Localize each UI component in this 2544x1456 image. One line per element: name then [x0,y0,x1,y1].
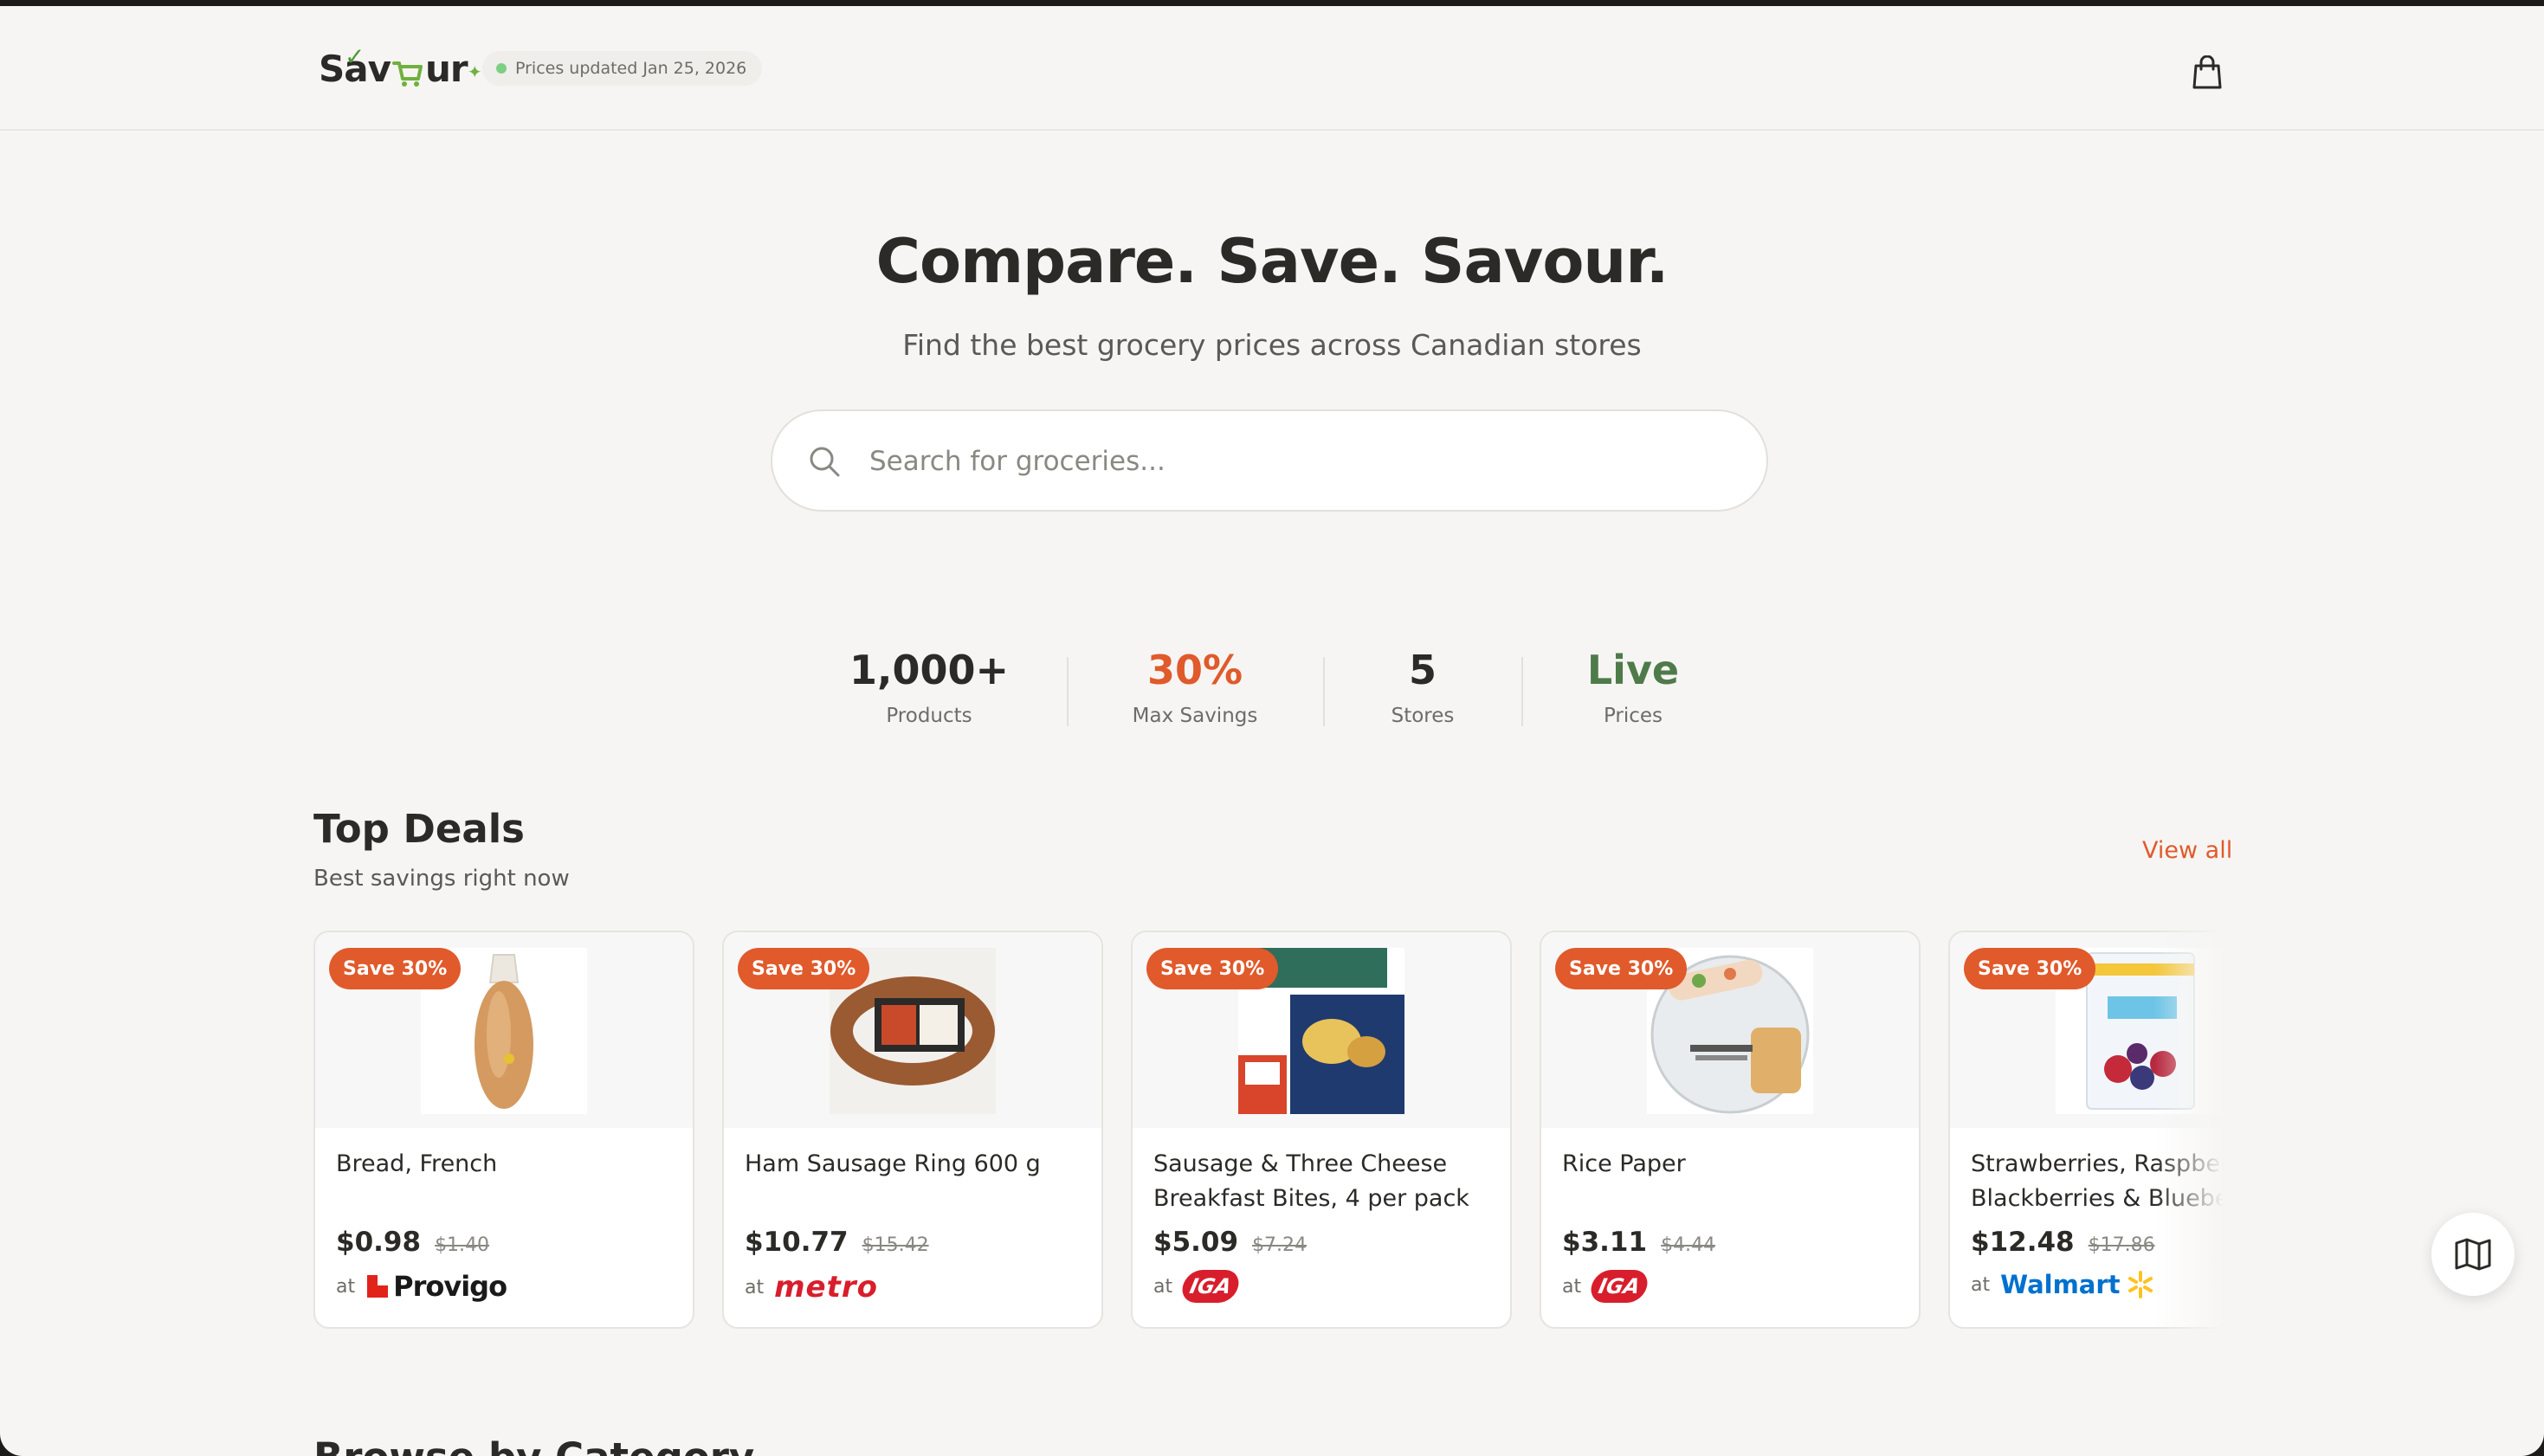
product-image-area: Save 30% [724,932,1101,1128]
product-image-area: Save 30% [1541,932,1919,1128]
search-input[interactable] [869,428,1718,494]
cart-logo-icon [391,54,423,87]
provigo-logo: Provigo [365,1270,507,1303]
map-button[interactable] [2431,1213,2515,1296]
savour-logo[interactable]: Sav ur ✓ ✦ [319,42,482,94]
price-row: $3.11 $4.44 [1562,1227,1715,1258]
original-price: $7.24 [1252,1234,1308,1256]
original-price: $4.44 [1661,1234,1716,1256]
deals-carousel[interactable]: Save 30% Bread, French $0.98 $1.40 at Pr… [313,931,2224,1330]
store-row: at Provigo [336,1270,507,1303]
store-at-label: at [745,1276,765,1298]
stat-value: Live [1586,647,1680,693]
search-icon [810,447,840,477]
browse-category-title: Browse by Category [313,1434,754,1456]
product-name: Strawberries, Raspberries, Blackberries … [1971,1150,2224,1212]
deal-card[interactable]: Save 30% Sausage & Three Cheese Breakfas… [1131,931,1512,1329]
sparkle-icon: ✦ [467,61,482,82]
save-badge: Save 30% [329,948,462,989]
stats-row: 1,000+ Products 30% Max Savings 5 Stores… [0,647,2544,742]
store-at-label: at [336,1275,356,1298]
store-row: at IGA [1153,1270,1243,1303]
stat-label: Prices [1603,705,1663,728]
store-at-label: at [1153,1275,1173,1298]
shopping-bag-button[interactable] [2184,51,2231,94]
stat-live-prices: Live Prices [1529,647,1737,727]
iga-logo: IGA [1588,1270,1651,1303]
walmart-logo: Walmart [2000,1270,2154,1299]
stat-stores: 5 Stores [1319,647,1527,727]
price-row: $10.77 $15.42 [745,1227,929,1258]
product-name: Sausage & Three Cheese Breakfast Bites, … [1153,1150,1469,1212]
original-price: $1.40 [435,1234,490,1256]
stat-max-savings: 30% Max Savings [1091,647,1299,727]
deal-card[interactable]: Save 30% Bread, French $0.98 $1.40 at Pr… [313,931,694,1329]
prices-updated-badge: Prices updated Jan 25, 2026 [482,51,763,86]
stat-value: 1,000+ [849,647,1010,693]
product-image-area: Save 30% [1133,932,1510,1128]
save-badge: Save 30% [1555,948,1688,989]
deal-card[interactable]: Save 30% Ham Sausage Ring 600 g $10.77 $… [722,931,1103,1329]
stat-value: 30% [1146,647,1243,693]
stat-products: 1,000+ Products [825,647,1033,727]
stat-divider [1067,657,1069,726]
stat-label: Products [886,705,972,728]
top-header: Sav ur ✓ ✦ Prices updated Jan 25, 2026 [0,6,2544,131]
current-price: $3.11 [1562,1227,1648,1258]
top-deals-title: Top Deals [313,806,525,852]
stat-label: Max Savings [1132,705,1258,728]
shopping-bag-icon [2192,55,2222,89]
save-badge: Save 30% [1146,948,1279,989]
price-row: $0.98 $1.40 [336,1227,489,1258]
save-badge: Save 30% [738,948,870,989]
current-price: $10.77 [745,1227,849,1258]
store-at-label: at [1562,1275,1582,1298]
current-price: $0.98 [336,1227,422,1258]
store-row: at Walmart [1971,1270,2155,1299]
current-price: $5.09 [1153,1227,1239,1258]
deal-card[interactable]: Save 30% Rice Paper $3.11 $4.44 at IGA [1540,931,1921,1329]
top-deals-subtitle: Best savings right now [313,866,570,892]
price-row: $5.09 $7.24 [1153,1227,1307,1258]
original-price: $17.86 [2088,1234,2155,1256]
metro-logo: metro [774,1270,878,1305]
deal-card[interactable]: Save 30% Strawberries, Raspberries, Blac… [1948,931,2224,1329]
iga-logo: IGA [1179,1270,1243,1303]
map-icon [2455,1238,2491,1271]
price-row: $12.48 $17.86 [1971,1227,2155,1258]
logo-text-right: ur [424,47,468,90]
current-price: $12.48 [1971,1227,2075,1258]
stat-divider [1521,657,1523,726]
product-image-area: Save 30% [1950,932,2224,1128]
product-image-area: Save 30% [315,932,693,1128]
store-at-label: at [1971,1273,1991,1296]
product-name: Bread, French [336,1150,498,1177]
store-row: at metro [745,1270,878,1305]
hero-title: Compare. Save. Savour. [875,226,1669,297]
checkmark-icon: ✓ [345,42,365,71]
search-bar[interactable] [771,409,1768,512]
save-badge: Save 30% [1964,948,2096,989]
walmart-spark-icon [2128,1271,2153,1298]
view-all-link[interactable]: View all [2142,837,2232,864]
stat-label: Stores [1391,705,1455,728]
status-dot [496,63,507,74]
prices-updated-text: Prices updated Jan 25, 2026 [515,59,747,78]
store-row: at IGA [1562,1270,1651,1303]
product-name: Ham Sausage Ring 600 g [745,1150,1041,1177]
product-name: Rice Paper [1562,1150,1686,1177]
original-price: $15.42 [862,1234,929,1256]
stat-value: 5 [1408,647,1437,693]
hero-subtitle: Find the best grocery prices across Cana… [902,328,1642,362]
app-window: Sav ur ✓ ✦ Prices updated Jan 25, 2026 C… [0,6,2544,1456]
